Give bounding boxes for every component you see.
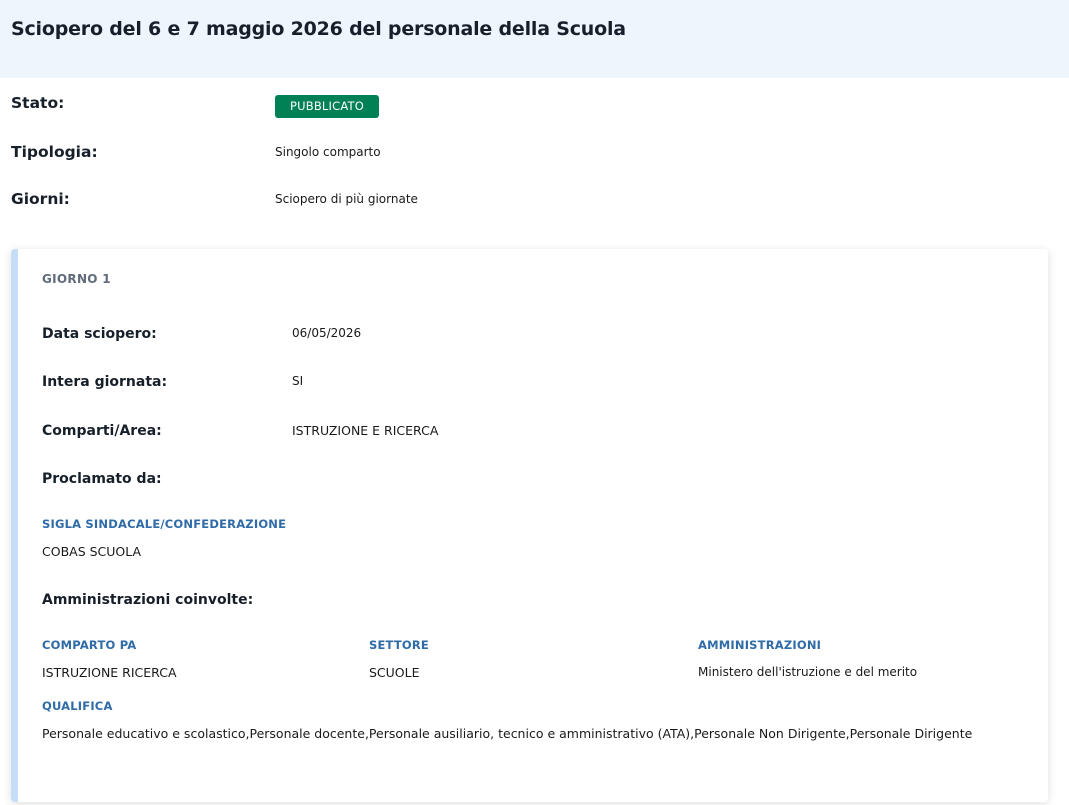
status-badge: PUBBLICATO [275,95,380,118]
tipologia-label: Tipologia: [11,143,98,161]
card-accent-bar [11,249,18,802]
sigla-value: COBAS SCUOLA [42,544,142,559]
page-header: Sciopero del 6 e 7 maggio 2026 del perso… [0,0,1069,78]
settore-value: SCUOLE [369,665,420,680]
meta-row-stato: Stato: PUBBLICATO [11,94,711,118]
intera-giornata-value: SI [292,374,304,388]
day-card: GIORNO 1 Data sciopero: 06/05/2026 Inter… [11,249,1048,802]
stato-label: Stato: [11,94,65,112]
amministrazioni-coinvolte-label: Amministrazioni coinvolte: [42,592,254,608]
intera-giornata-label: Intera giornata: [42,374,168,390]
qualifica-value: Personale educativo e scolastico,Persona… [42,726,973,741]
settore-heading: SETTORE [369,638,429,652]
data-sciopero-label: Data sciopero: [42,326,157,342]
qualifica-heading: QUALIFICA [42,699,113,713]
amministrazioni-heading: AMMINISTRAZIONI [698,638,822,652]
day-title: GIORNO 1 [42,272,111,286]
proclamato-label: Proclamato da: [42,471,162,487]
tipologia-value: Singolo comparto [275,145,381,159]
comparti-value: ISTRUZIONE E RICERCA [292,423,439,438]
amministrazioni-value: Ministero dell'istruzione e del merito [698,665,918,679]
comparto-pa-value: ISTRUZIONE RICERCA [42,665,177,680]
comparti-label: Comparti/Area: [42,423,162,439]
giorni-label: Giorni: [11,190,70,208]
page-title: Sciopero del 6 e 7 maggio 2026 del perso… [11,18,626,40]
meta-row-tipologia: Tipologia: Singolo comparto [11,143,711,165]
giorni-value: Sciopero di più giornate [275,192,418,206]
sigla-heading: SIGLA SINDACALE/CONFEDERAZIONE [42,517,287,531]
meta-row-giorni: Giorni: Sciopero di più giornate [11,190,711,212]
data-sciopero-value: 06/05/2026 [292,326,362,340]
comparto-pa-heading: COMPARTO PA [42,638,137,652]
